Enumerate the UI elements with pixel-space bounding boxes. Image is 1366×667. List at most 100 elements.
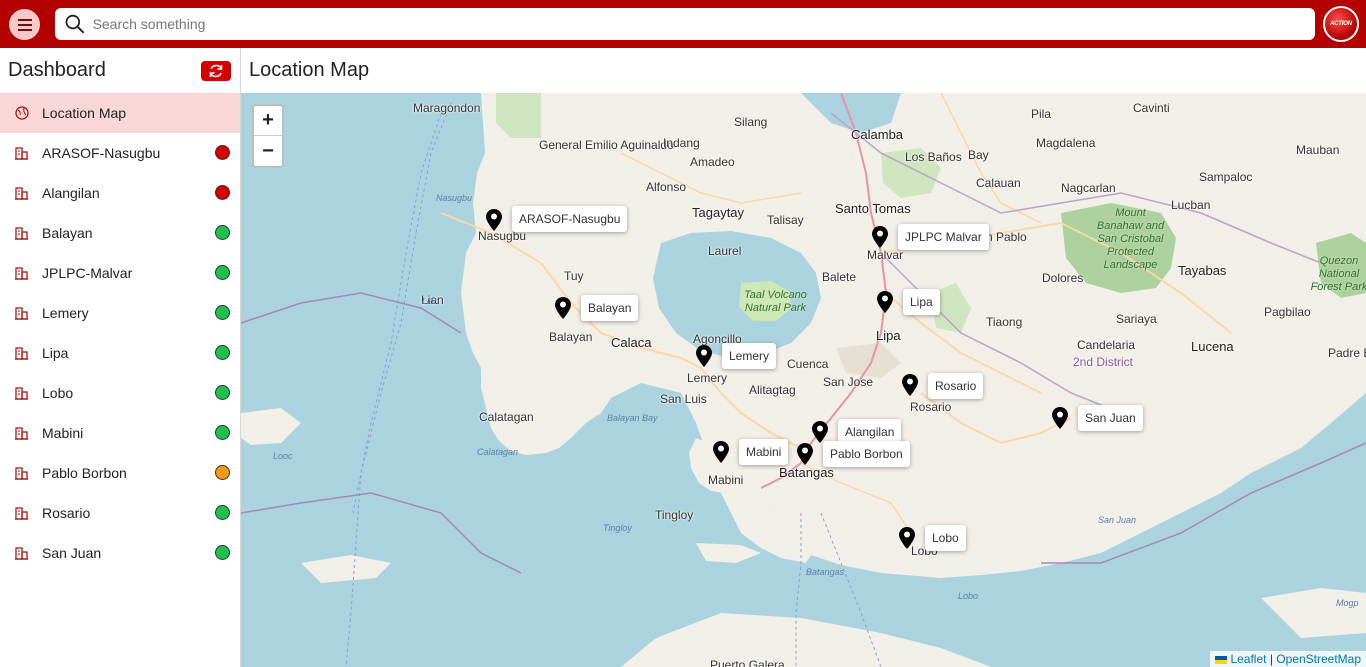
building-icon [14,145,30,161]
ukraine-flag-icon [1215,655,1228,664]
sidebar-item-label: ARASOF-Nasugbu [42,145,161,161]
map-marker-tooltip: Pablo Borbon [823,441,910,467]
zoom-control: + − [252,104,284,168]
location-map[interactable]: Maragondon Silang Calamba Pila Cavinti Genera… [241,93,1366,667]
sidebar-item-alangilan[interactable]: Alangilan [0,173,240,213]
map-marker-icon[interactable] [555,297,571,319]
map-place-label: Mabini [708,473,744,487]
refresh-button[interactable] [201,60,231,81]
building-icon [14,345,30,361]
map-place-label: Tagaytay [692,205,745,220]
map-marker-icon[interactable] [797,443,813,465]
sidebar-item-label: Alangilan [42,185,100,201]
hamburger-icon [17,17,32,32]
status-dot [215,425,230,440]
status-dot [215,145,230,160]
map-place-label: Alfonso [646,180,687,194]
status-dot [215,345,230,360]
map-place-label: Rosario [910,400,952,414]
map-marker-icon[interactable] [877,291,893,313]
map-place-label: Batangas [779,465,834,480]
map-place-label: Magdalena [1036,136,1096,150]
map-water-label: Balayan Bay [607,413,658,423]
map-place-label: Nagcarlan [1061,181,1116,195]
map-place-label: Calauan [976,176,1021,190]
map-place-label: Indang [663,136,700,150]
map-marker-icon[interactable] [696,345,712,367]
map-place-label: Padre B [1328,346,1366,360]
map-water-label: San Juan [1098,515,1137,525]
map-place-label: Cavinti [1133,101,1170,115]
sidebar-item-mabini[interactable]: Mabini [0,413,240,453]
zoom-in-button[interactable]: + [254,106,282,136]
building-icon [14,265,30,281]
map-place-label: Laurel [708,244,742,258]
status-dot [215,225,230,240]
map-place-label: Lucena [1191,339,1234,354]
status-dot [215,545,230,560]
map-place-label: Tayabas [1178,263,1227,278]
building-icon [14,545,30,561]
sidebar-item-san-juan[interactable]: San Juan [0,533,240,573]
main-header: Location Map [241,48,1366,93]
map-marker-icon[interactable] [1052,407,1068,429]
sidebar-item-label: Balayan [42,225,93,241]
sidebar-item-label: Pablo Borbon [42,465,127,481]
map-place-label: Los Baños [905,150,962,164]
map-place-label: Balete [822,270,857,284]
map-water-label: Lobo [958,591,979,601]
sidebar-item-arasof-nasugbu[interactable]: ARASOF-Nasugbu [0,133,240,173]
map-place-label: Mauban [1296,143,1340,157]
search-input[interactable] [92,16,1315,32]
map-park-label: Mount Banahaw and San Cristobal Protecte… [1096,207,1165,271]
map-place-label: Maragondon [413,101,481,115]
brand-logo[interactable]: ACTION [1323,6,1359,42]
map-place-label: Calatagan [479,410,534,424]
search-bar[interactable] [55,8,1315,40]
map-place-label: Tingloy [655,508,694,522]
menu-button[interactable] [8,8,41,41]
sidebar-item-pablo-borbon[interactable]: Pablo Borbon [0,453,240,493]
map-marker-tooltip: Balayan [581,295,639,321]
map-place-label: Silang [734,115,768,129]
building-icon [14,185,30,201]
map-place-label: San Jose [823,375,874,389]
status-dot [215,265,230,280]
sidebar: Dashboard Location Map ARASOF-Nasugbu Alan… [0,48,241,667]
sidebar-item-location-map[interactable]: Location Map [0,93,240,133]
zoom-out-button[interactable]: − [254,136,282,166]
map-water-label: Nasugbu [436,193,473,203]
building-icon [14,505,30,521]
map-district-label: 2nd District [1073,355,1134,369]
map-place-label: Alitagtag [749,383,796,397]
map-marker-tooltip: Lipa [903,289,940,315]
map-marker-icon[interactable] [872,226,888,248]
map-place-label: San Luis [660,392,707,406]
map-marker-icon[interactable] [486,209,502,231]
sidebar-item-lobo[interactable]: Lobo [0,373,240,413]
map-place-label: Pagbilao [1264,305,1311,319]
page-title: Location Map [249,59,370,81]
map-place-label: Lipa [876,328,901,343]
map-marker-icon[interactable] [899,527,915,549]
map-place-label: Malvar [867,248,904,262]
map-marker-icon[interactable] [713,441,729,463]
sidebar-item-lemery[interactable]: Lemery [0,293,240,333]
map-marker-icon[interactable] [902,374,918,396]
sidebar-item-lipa[interactable]: Lipa [0,333,240,373]
map-marker-tooltip: Mabini [739,439,789,465]
status-dot [215,465,230,480]
osm-link[interactable]: OpenStreetMap [1276,652,1361,666]
sidebar-item-balayan[interactable]: Balayan [0,213,240,253]
map-place-label: Calamba [851,127,904,142]
map-place-label: n Pablo [986,230,1027,244]
sidebar-item-rosario[interactable]: Rosario [0,493,240,533]
sidebar-item-jplpc-malvar[interactable]: JPLPC-Malvar [0,253,240,293]
map-marker-icon[interactable] [812,421,828,443]
sidebar-item-label: Location Map [42,105,127,121]
leaflet-link[interactable]: Leaflet [1230,652,1266,666]
map-place-label: Sariaya [1116,312,1157,326]
map-water-label: Tingloy [603,523,632,533]
map-place-label: Talisay [767,213,804,227]
sidebar-item-label: JPLPC-Malvar [42,265,133,281]
